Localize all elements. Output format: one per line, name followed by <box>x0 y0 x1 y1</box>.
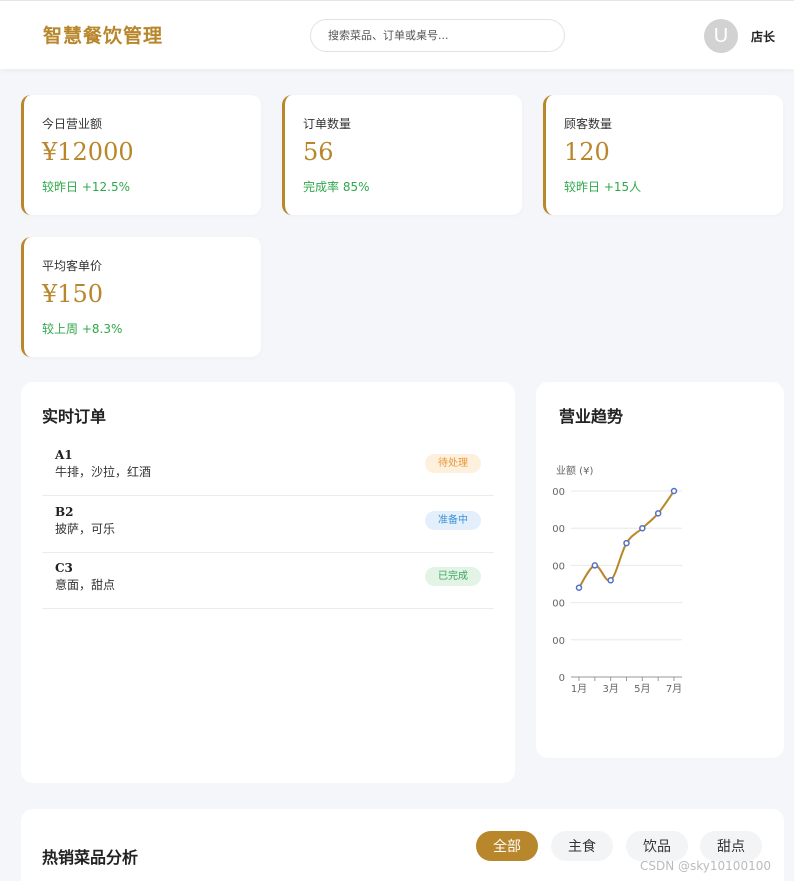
y-tick-label: 00 <box>552 599 565 610</box>
data-point <box>575 584 583 591</box>
stat-label: 平均客单价 <box>42 259 103 273</box>
x-tick-label: 1月 <box>571 683 587 695</box>
filter-main-button[interactable]: 主食 <box>551 831 613 861</box>
data-point <box>591 562 599 569</box>
orders-panel-title: 实时订单 <box>42 407 107 426</box>
y-tick-label: 00 <box>552 561 565 572</box>
stat-trend: 完成率 85% <box>303 180 370 194</box>
order-row[interactable]: B2 披萨，可乐 准备中 <box>42 497 494 553</box>
trend-panel-title: 营业趋势 <box>559 407 624 426</box>
orders-panel: 实时订单 A1 牛排，沙拉，红酒 待处理 B2 披萨，可乐 准备中 C3 意面，… <box>21 382 515 783</box>
stat-trend: 较昨日 +12.5% <box>42 180 130 194</box>
trend-line <box>578 490 675 589</box>
stat-label: 订单数量 <box>303 117 352 131</box>
x-tick-label: 5月 <box>634 683 650 695</box>
order-table-number: B2 <box>55 505 74 519</box>
data-point <box>654 510 662 517</box>
stat-value: ¥12000 <box>42 138 134 166</box>
stat-value: 120 <box>564 138 610 166</box>
filter-drinks-button[interactable]: 饮品 <box>626 831 688 861</box>
stat-card-orders: 订单数量 56 完成率 85% <box>282 95 522 215</box>
search-input[interactable] <box>310 19 565 52</box>
avatar[interactable]: U <box>704 19 738 53</box>
stat-card-customers: 顾客数量 120 较昨日 +15人 <box>543 95 783 215</box>
stat-label: 今日营业额 <box>42 117 103 131</box>
y-tick-label: 0 <box>559 673 565 684</box>
stat-trend: 较昨日 +15人 <box>564 180 642 194</box>
stat-card-revenue: 今日营业额 ¥12000 较昨日 +12.5% <box>21 95 261 215</box>
brand-logo[interactable]: 智慧餐饮管理 <box>43 21 163 48</box>
stat-trend: 较上周 +8.3% <box>42 322 123 336</box>
watermark-text: CSDN @sky10100100 <box>640 859 771 873</box>
hot-dishes-title: 热销菜品分析 <box>42 848 139 867</box>
data-point <box>623 539 630 547</box>
order-table-number: C3 <box>55 561 73 575</box>
order-items: 牛排，沙拉，红酒 <box>55 465 152 479</box>
stat-value: 56 <box>303 138 334 166</box>
trend-panel: 营业趋势 业额 (¥) 00 00 00 00 00 0 1月 3月 5月 7月 <box>536 382 784 758</box>
order-items: 意面，甜点 <box>55 578 116 592</box>
order-items: 披萨，可乐 <box>55 522 116 536</box>
top-header: 智慧餐饮管理 U 店长 <box>0 0 794 69</box>
data-point <box>670 487 678 495</box>
y-tick-label: 00 <box>552 487 565 498</box>
x-tick-label: 7月 <box>666 683 682 695</box>
stat-card-avg-price: 平均客单价 ¥150 较上周 +8.3% <box>21 237 261 357</box>
order-table-number: A1 <box>55 448 73 462</box>
stat-value: ¥150 <box>42 280 104 308</box>
y-tick-label: 00 <box>552 524 565 535</box>
filter-all-button[interactable]: 全部 <box>476 831 538 861</box>
trend-chart: 业额 (¥)000000000001月 3月 5月 7月 <box>552 464 682 695</box>
status-badge: 已完成 <box>425 567 481 586</box>
status-badge: 待处理 <box>425 454 481 473</box>
data-point <box>607 577 614 584</box>
y-tick-label: 00 <box>552 636 565 647</box>
filter-dessert-button[interactable]: 甜点 <box>700 831 762 861</box>
y-axis-label: 业额 (¥) <box>556 464 593 477</box>
order-row[interactable]: C3 意面，甜点 已完成 <box>42 553 494 609</box>
order-row[interactable]: A1 牛排，沙拉，红酒 待处理 <box>42 440 494 496</box>
user-name[interactable]: 店长 <box>751 28 775 45</box>
data-point <box>639 524 646 532</box>
status-badge: 准备中 <box>425 511 481 530</box>
stat-label: 顾客数量 <box>564 117 613 131</box>
x-tick-label: 3月 <box>602 683 618 695</box>
